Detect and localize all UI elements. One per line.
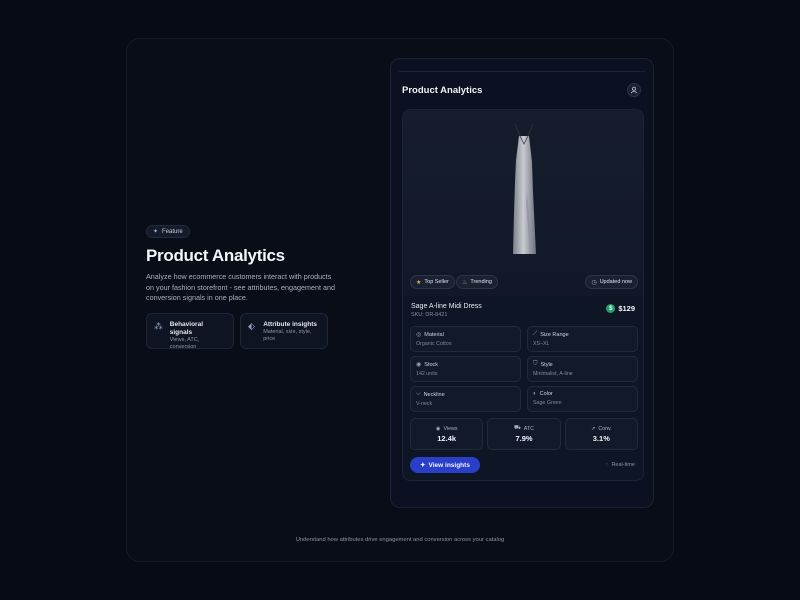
feature-chip: ✦ Feature: [146, 225, 190, 238]
footer-caption: Understand how attributes drive engageme…: [295, 537, 505, 543]
behavioral-signals-card[interactable]: ⁂ Behavioral signals Views, ATC, convers…: [146, 312, 234, 350]
realtime-indicator: ◌ Real-time: [605, 462, 635, 468]
sparkle-icon: ✦: [420, 462, 426, 469]
card-title: Attribute insights: [263, 320, 318, 328]
shirt-icon: ⛉: [533, 361, 538, 367]
stat-conversion: ↗ Conv. 3.1%: [564, 418, 638, 450]
product-image: ★ Top Seller ♨ Trending ◷ Updated now: [403, 110, 643, 296]
card-title: Behavioral signals: [169, 320, 204, 336]
hero-description: Analyze how ecommerce customers interact…: [146, 272, 335, 302]
stat-atc: ⛟ ATC 7.9%: [487, 418, 561, 450]
dollar-icon: $: [606, 304, 616, 313]
sparkle-icon: ✦: [153, 229, 159, 235]
pulse-icon: ◌: [605, 462, 609, 468]
view-insights-button[interactable]: ✦ View insights: [410, 457, 480, 473]
neckline-icon: ⌵: [416, 391, 421, 397]
eye-icon: ◉: [435, 425, 441, 432]
product-name: Sage A-line Midi Dress: [411, 303, 482, 310]
stat-value: 12.4k: [437, 433, 457, 443]
panel-divider: [399, 71, 645, 72]
trend-icon: ↗: [590, 425, 596, 432]
hero-section: ✦ Feature Product Analytics Analyze how …: [146, 220, 346, 350]
trending-badge: ♨ Trending: [456, 275, 498, 289]
product-card: ★ Top Seller ♨ Trending ◷ Updated now Sa…: [402, 109, 644, 481]
stats-row: ◉ Views 12.4k ⛟ ATC 7.9% ↗ Conv. 3.1%: [410, 418, 638, 450]
card-subtitle: Material, size, style, price: [263, 328, 312, 342]
panel-title: Product Analytics: [402, 85, 483, 96]
sparkle-icon: ⁂: [154, 320, 163, 331]
top-seller-badge: ★ Top Seller: [410, 275, 455, 289]
attribute-value: V-neck: [416, 401, 433, 407]
star-icon: ★: [416, 279, 422, 286]
attribute-insights-card[interactable]: ⬖ Attribute insights Material, size, sty…: [240, 312, 328, 349]
stat-value: 7.9%: [515, 434, 533, 443]
card-subtitle: Views, ATC, conversion: [169, 336, 200, 350]
user-avatar-button[interactable]: [627, 83, 641, 97]
clock-icon: ◷: [591, 279, 597, 286]
updated-badge: ◷ Updated now: [585, 275, 638, 289]
user-icon: [630, 86, 638, 94]
flame-icon: ♨: [462, 279, 468, 286]
attribute-value: Organic Cotton: [416, 341, 452, 347]
attribute-value: Sage Green: [533, 400, 562, 406]
attribute-neckline: ⌵ Neckline V-neck: [410, 386, 521, 412]
attribute-value: 142 units: [416, 371, 438, 377]
stat-views: ◉ Views 12.4k: [410, 418, 484, 450]
feature-chip-label: Feature: [162, 228, 183, 235]
product-sku: SKU: DR-8421: [411, 312, 448, 318]
dress-image: [513, 123, 536, 254]
cart-icon: ⛟: [514, 425, 521, 431]
box-icon: ◉: [416, 362, 422, 368]
tag-icon: ⬖: [248, 320, 255, 331]
palette-icon: ◐: [533, 391, 537, 397]
stat-value: 3.1%: [592, 433, 610, 443]
attribute-value: XS–XL: [533, 341, 550, 347]
attribute-stock: ◉ Stock 142 units: [410, 356, 521, 382]
attribute-color: ◐ Color Sage Green: [527, 386, 638, 412]
attribute-value: Minimalist, A-line: [533, 371, 573, 377]
ruler-icon: ⟋: [533, 331, 538, 337]
material-icon: ◎: [416, 332, 422, 338]
attribute-size-range: ⟋ Size Range XS–XL: [527, 326, 638, 352]
hero-title: Product Analytics: [146, 246, 285, 265]
attribute-grid: ◎ Material Organic Cotton ⟋ Size Range XS–…: [410, 326, 638, 412]
attribute-style: ⛉ Style Minimalist, A-line: [527, 356, 638, 382]
product-price: $ $129: [606, 304, 635, 313]
analytics-panel: Product Analytics ★ Top Seller ♨ Trendin…: [390, 58, 654, 508]
attribute-material: ◎ Material Organic Cotton: [410, 326, 521, 352]
